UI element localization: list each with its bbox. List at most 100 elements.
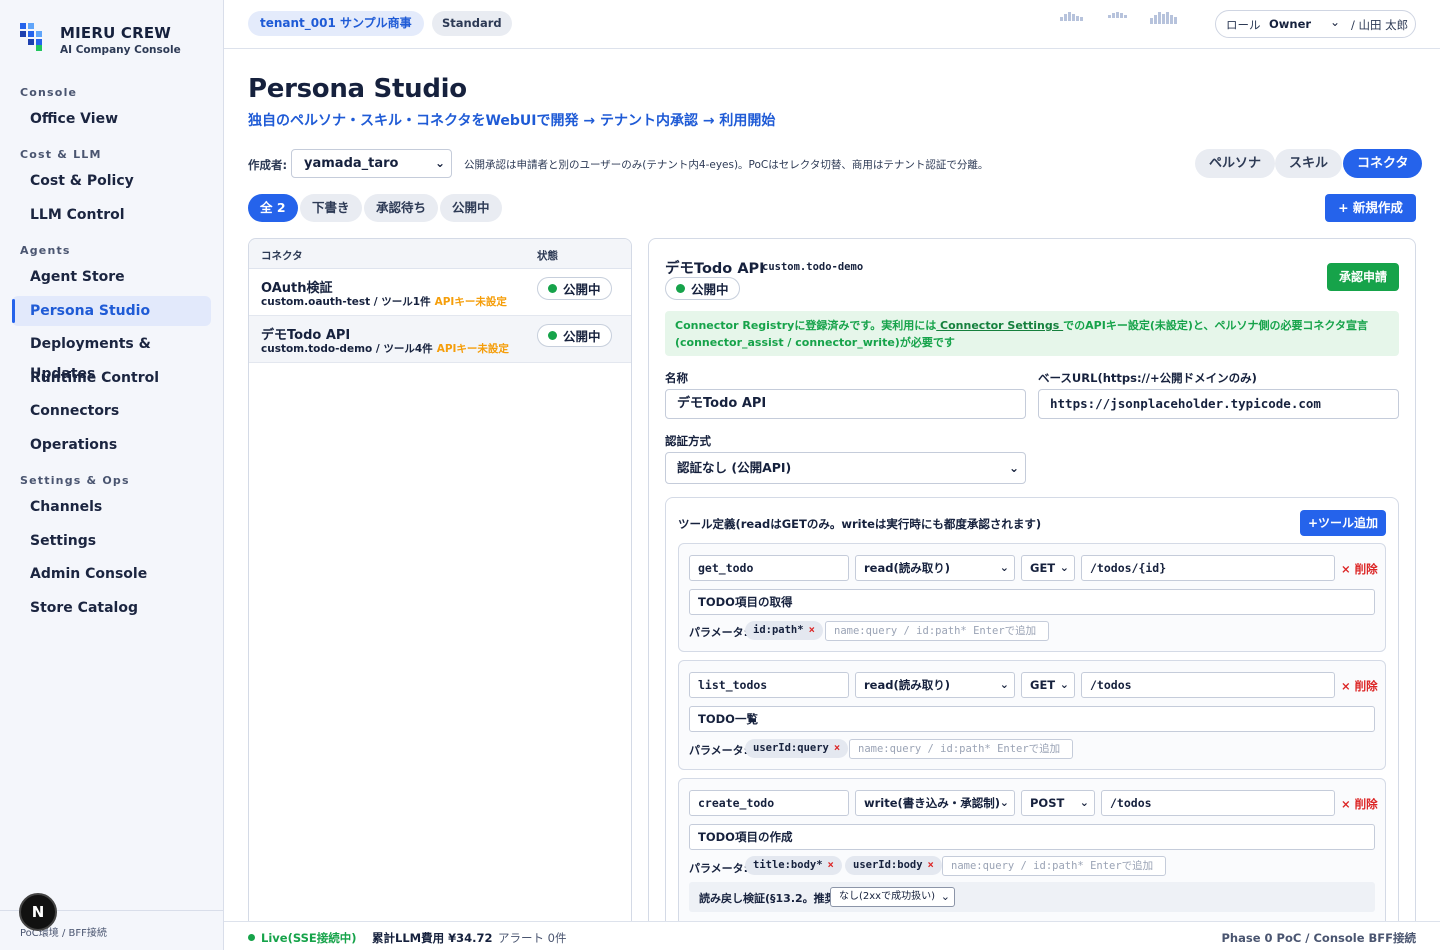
http-method-select[interactable]: GET ⌄ (1021, 555, 1075, 581)
connector-settings-link[interactable]: Connector Settings (936, 319, 1063, 332)
sidebar-item-channels[interactable]: Channels (12, 492, 211, 522)
page-title: Persona Studio (248, 74, 467, 104)
tool-card: create_todo write(書き込み・承認制) ⌄ POST ⌄ /todo… (678, 778, 1386, 937)
llm-cost: 累計LLM費用 ¥34.72 (372, 931, 493, 945)
param-label: パラメータ: (689, 744, 749, 757)
nav-section-settings-ops: Settings & Ops (20, 474, 130, 487)
tenant-badge[interactable]: tenant_001 サンプル商事 (248, 11, 424, 36)
status-chart-icon[interactable] (1108, 12, 1127, 18)
remove-param-icon[interactable]: × (809, 624, 815, 636)
sidebar-item-llm-control[interactable]: LLM Control (12, 200, 211, 230)
http-method-select[interactable]: POST ⌄ (1021, 790, 1095, 816)
filter-tab-published[interactable]: 公開中 (440, 194, 502, 222)
param-input[interactable]: name:query / id:path* Enterで追加 (849, 739, 1073, 759)
base-url-input[interactable]: https://jsonplaceholder.typicode.com (1038, 389, 1399, 419)
path-input[interactable]: /todos (1081, 672, 1335, 698)
tool-description-input[interactable]: TODO項目の取得 (689, 589, 1375, 615)
status-dot-icon (676, 284, 685, 293)
param-chip-text: id:path* (753, 624, 804, 636)
param-chip: userId:query × (745, 739, 849, 758)
column-header-status: 状態 (537, 250, 558, 262)
tool-mode-value: write(書き込み・承認制) (864, 796, 1001, 810)
readback-verify-select[interactable]: なし(2xxで成功扱い) ⌄ (830, 887, 955, 907)
approval-note: 公開承認は申請者と別のユーザーのみ(テナント内4-eyes)。PoCはセレクタ切… (464, 159, 989, 171)
new-connector-button[interactable]: + 新規作成 (1325, 194, 1416, 222)
sidebar-item-store-catalog[interactable]: Store Catalog (12, 593, 211, 623)
brand-subtitle: AI Company Console (60, 44, 181, 56)
kind-tab-skill[interactable]: スキル (1275, 149, 1343, 178)
list-item[interactable]: デモTodo API custom.todo-demo / ツール4件 APIキー… (249, 316, 631, 363)
column-header-connector: コネクタ (261, 250, 303, 262)
role-selector[interactable]: ロール Owner ⌄ / 山田 太郎 (1215, 10, 1416, 38)
add-tool-button[interactable]: +ツール追加 (1300, 510, 1386, 536)
kind-tab-persona[interactable]: ペルソナ (1195, 149, 1276, 178)
sidebar-item-admin-console[interactable]: Admin Console (12, 559, 211, 589)
status-badge: 公開中 (537, 277, 612, 300)
connector-list: コネクタ 状態 OAuth検証 custom.oauth-test / ツール1… (248, 238, 632, 938)
tool-name-input[interactable]: list_todos (689, 672, 849, 698)
param-chip: id:path* × (745, 621, 823, 640)
param-chip: userId:body × (845, 856, 942, 875)
filter-tab-all[interactable]: 全 2 (248, 194, 298, 222)
sidebar-item-deployments-updates[interactable]: Deployments & Updates (12, 329, 211, 382)
sidebar-item-connectors[interactable]: Connectors (12, 396, 211, 426)
http-method-select[interactable]: GET ⌄ (1021, 672, 1075, 698)
auth-select[interactable]: 認証なし (公開API) ⌄ (665, 452, 1026, 484)
detail-title: デモTodo API (665, 261, 765, 277)
nav-section-agents: Agents (20, 244, 71, 257)
param-label: パラメータ: (689, 862, 749, 875)
http-method-value: POST (1030, 796, 1065, 810)
tool-description-input[interactable]: TODO一覧 (689, 706, 1375, 732)
current-user: / 山田 太郎 (1351, 18, 1409, 32)
chevron-down-icon: ⌄ (1059, 561, 1069, 574)
filter-tab-pending[interactable]: 承認待ち (364, 194, 439, 222)
filter-tab-draft[interactable]: 下書き (300, 194, 362, 222)
status-text: 公開中 (691, 282, 729, 297)
role-value[interactable]: Owner (1269, 17, 1311, 31)
role-label: ロール (1226, 18, 1261, 32)
sidebar-item-operations[interactable]: Operations (12, 430, 211, 460)
tool-name-input[interactable]: get_todo (689, 555, 849, 581)
api-key-warning: APIキー未設定 (436, 343, 509, 355)
tool-mode-select[interactable]: write(書き込み・承認制) ⌄ (855, 790, 1015, 816)
auth-label: 認証方式 (665, 434, 711, 448)
param-chip-text: userId:body (853, 859, 923, 871)
dev-tools-badge[interactable]: N (19, 893, 57, 931)
api-key-warning: APIキー未設定 (434, 296, 507, 308)
activity-chart-icon[interactable] (1060, 12, 1083, 21)
sidebar-item-runtime-control[interactable]: Runtime Control (12, 363, 211, 393)
sidebar-item-office-view[interactable]: Office View (12, 104, 211, 134)
remove-param-icon[interactable]: × (834, 742, 840, 754)
delete-tool-button[interactable]: × 削除 (1341, 796, 1378, 812)
param-input[interactable]: name:query / id:path* Enterで追加 (825, 621, 1049, 641)
resource-chart-icon[interactable] (1150, 12, 1177, 24)
sidebar-item-cost-policy[interactable]: Cost & Policy (12, 166, 211, 196)
tool-mode-select[interactable]: read(読み取り) ⌄ (855, 555, 1015, 581)
sidebar-item-agent-store[interactable]: Agent Store (12, 262, 211, 292)
sidebar-item-settings[interactable]: Settings (12, 526, 211, 556)
tool-mode-value: read(読み取り) (864, 678, 950, 692)
path-input[interactable]: /todos (1101, 790, 1335, 816)
sidebar-item-persona-studio[interactable]: Persona Studio (12, 296, 211, 326)
readback-verify-label: 読み戻し検証(§13.2。推奨): (699, 892, 846, 905)
delete-tool-button[interactable]: × 削除 (1341, 678, 1378, 694)
tool-definitions: ツール定義(readはGETのみ。writeは実行時にも都度承認されます) +ツ… (665, 497, 1399, 937)
param-input[interactable]: name:query / id:path* Enterで追加 (942, 856, 1166, 876)
tool-name-input[interactable]: create_todo (689, 790, 849, 816)
request-approval-button[interactable]: 承認申請 (1327, 263, 1399, 291)
delete-tool-button[interactable]: × 削除 (1341, 561, 1378, 577)
chevron-down-icon: ⌄ (999, 796, 1009, 809)
connector-meta: custom.todo-demo / ツール4件 APIキー未設定 (261, 341, 509, 356)
path-input[interactable]: /todos/{id} (1081, 555, 1335, 581)
tool-description-input[interactable]: TODO項目の作成 (689, 824, 1375, 850)
kind-tab-connector[interactable]: コネクタ (1343, 149, 1423, 178)
status-dot-icon (548, 331, 557, 340)
author-select[interactable]: yamada_taro ⌄ (291, 149, 452, 178)
alert-count: アラート 0件 (498, 931, 567, 945)
remove-param-icon[interactable]: × (928, 859, 934, 871)
status-dot-icon (548, 284, 557, 293)
list-item[interactable]: OAuth検証 custom.oauth-test / ツール1件 APIキー未設… (249, 269, 631, 316)
tool-mode-select[interactable]: read(読み取り) ⌄ (855, 672, 1015, 698)
name-input[interactable]: デモTodo API (665, 389, 1026, 419)
remove-param-icon[interactable]: × (828, 859, 834, 871)
